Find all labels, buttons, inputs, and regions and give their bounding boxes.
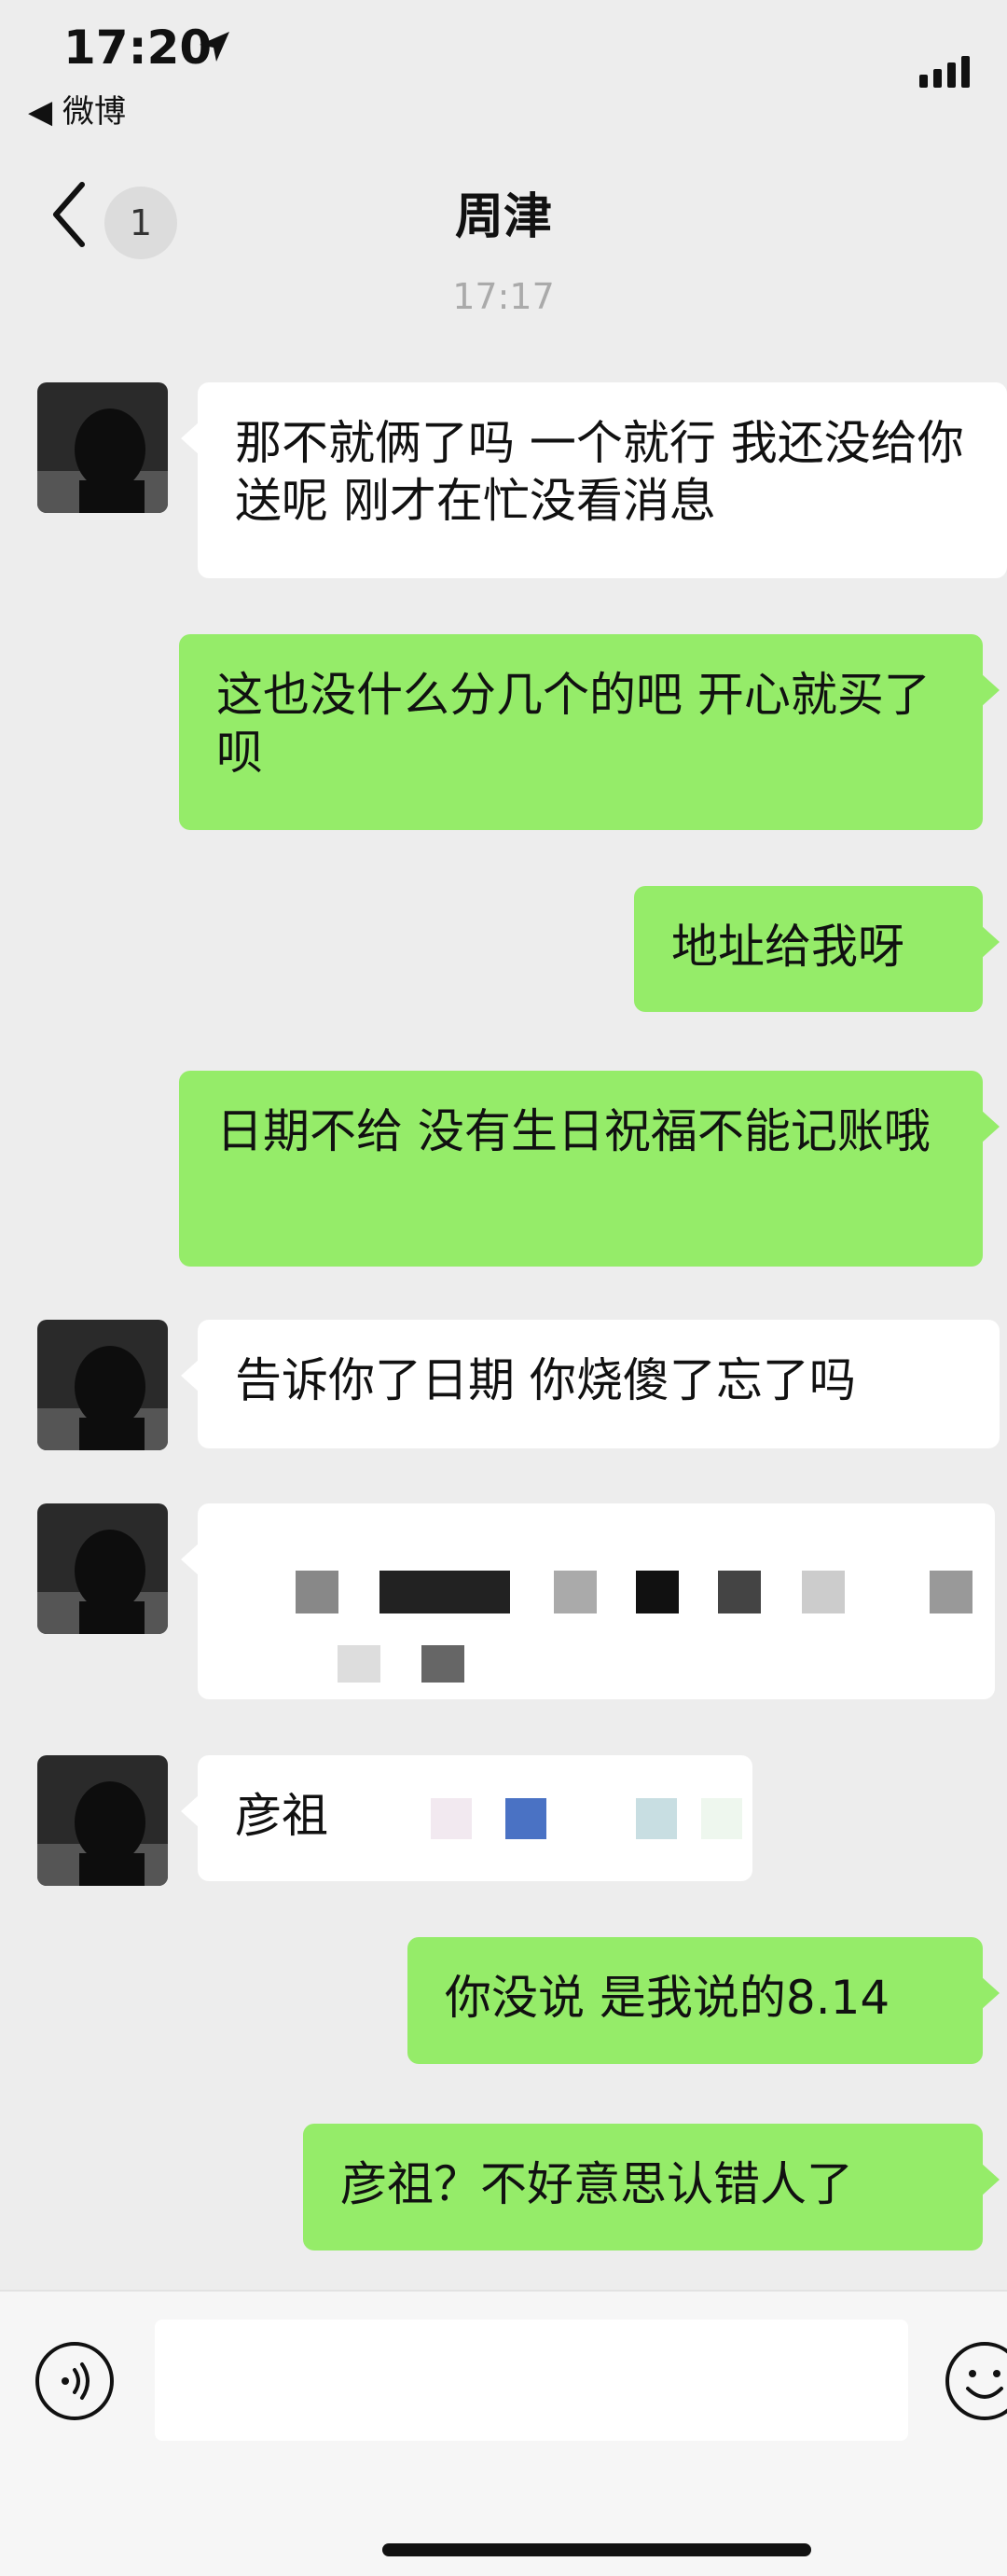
incoming-message-bubble: 彦祖 — [181, 1755, 752, 1881]
pixelation — [636, 1571, 679, 1613]
pixelation — [421, 1645, 464, 1683]
message-text: 彦祖 — [235, 1789, 328, 1843]
contact-avatar[interactable] — [37, 382, 168, 513]
message-timestamp: 17:17 — [452, 276, 555, 317]
incoming-message-bubble: 告诉你了日期 你烧傻了忘了吗 — [181, 1320, 1000, 1448]
outgoing-message-bubble: 彦祖？不好意思认错人了 — [303, 2124, 1000, 2251]
back-to-app-link[interactable]: ◀ 微博 — [28, 86, 126, 132]
pixelation — [431, 1798, 472, 1839]
pixelation — [296, 1571, 338, 1613]
pixelation — [338, 1645, 380, 1683]
signal-icon — [919, 56, 970, 88]
incoming-message-bubble: 那不就俩了吗 一个就行 我还没给你送呢 刚才在忙没看消息 — [181, 382, 1007, 578]
voice-icon[interactable] — [34, 2340, 116, 2422]
pixelation — [636, 1798, 677, 1839]
contact-avatar[interactable] — [37, 1503, 168, 1634]
pixelation — [701, 1798, 742, 1839]
status-time: 17:20 — [63, 21, 213, 75]
emoji-icon[interactable] — [944, 2340, 1007, 2422]
pixelation — [802, 1571, 845, 1613]
outgoing-message-bubble: 地址给我呀 — [634, 886, 1000, 1012]
outgoing-message-bubble: 你没说 是我说的8.14 — [407, 1937, 1000, 2064]
redacted-message-bubble — [181, 1503, 995, 1699]
outgoing-message-bubble: 日期不给 没有生日祝福不能记账哦 — [179, 1071, 1000, 1267]
nav-bar: 1 周津 — [0, 159, 1007, 270]
pixelation — [554, 1571, 597, 1613]
input-bar — [0, 2290, 1007, 2576]
outgoing-message-bubble: 这也没什么分几个的吧 开心就买了呗 — [179, 634, 1000, 830]
chat-title: 周津 — [454, 189, 552, 245]
pixelation — [718, 1571, 761, 1613]
pixelation — [930, 1571, 973, 1613]
home-indicator — [382, 2543, 811, 2556]
contact-avatar[interactable] — [37, 1755, 168, 1886]
message-input[interactable] — [155, 2320, 908, 2441]
location-arrow-icon — [200, 32, 229, 62]
status-bar: 17:20 ◀ 微博 — [0, 0, 1007, 159]
contact-avatar[interactable] — [37, 1320, 168, 1450]
pixelation — [379, 1571, 510, 1613]
pixelation — [505, 1798, 546, 1839]
